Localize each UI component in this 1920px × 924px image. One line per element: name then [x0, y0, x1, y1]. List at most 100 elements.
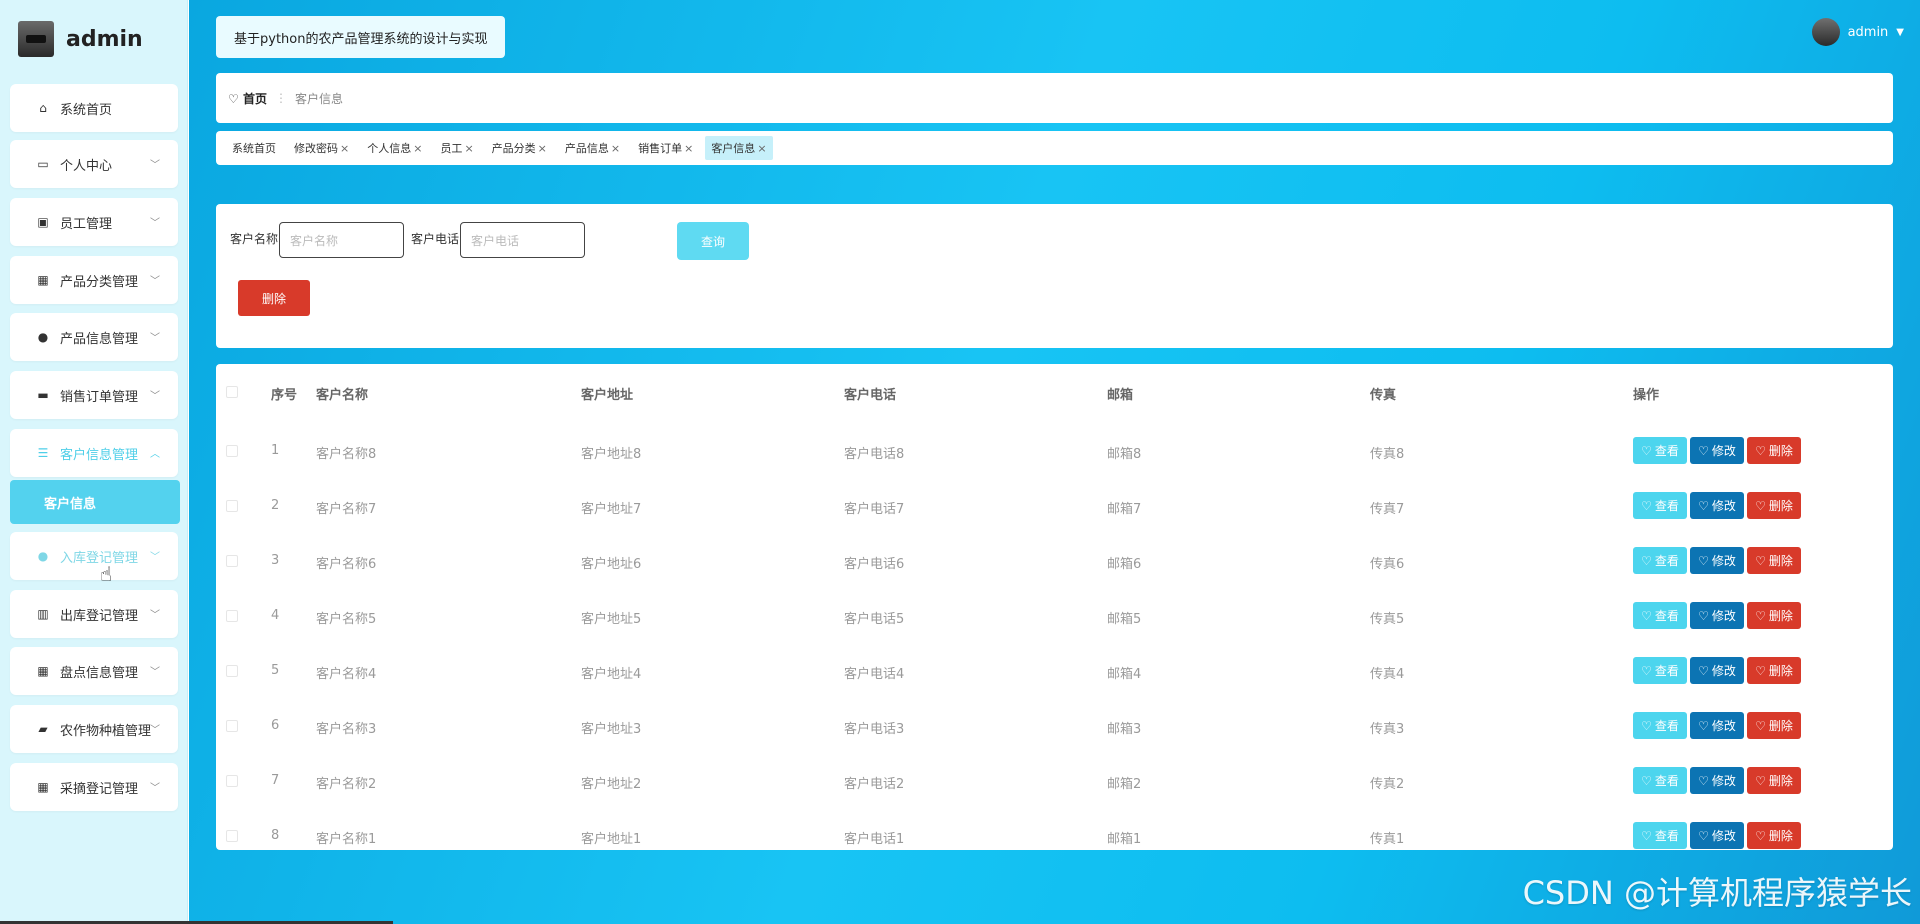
sidebar-item-11[interactable]: ▰ 农作物种植管理 ﹀	[10, 705, 178, 753]
sidebar-item-12[interactable]: ▦ 采摘登记管理 ﹀	[10, 763, 178, 811]
view-button[interactable]: ♡ 查看	[1633, 822, 1687, 849]
table-cell: 4	[271, 608, 280, 623]
sidebar-item-7[interactable]: ☰ 客户信息管理 ︿	[10, 429, 178, 477]
delete-button[interactable]: ♡ 删除	[1747, 767, 1801, 794]
heart-icon: ♡	[1698, 608, 1709, 623]
row-checkbox[interactable]	[226, 720, 238, 732]
column-header: 客户电话	[844, 388, 897, 403]
view-button[interactable]: ♡ 查看	[1633, 492, 1687, 519]
row-checkbox[interactable]	[226, 555, 238, 567]
edit-button[interactable]: ♡ 修改	[1690, 437, 1744, 464]
close-icon[interactable]: ×	[757, 142, 766, 155]
table-cell: 客户名称6	[316, 557, 377, 572]
edit-button-label: 修改	[1711, 664, 1736, 678]
close-icon[interactable]: ×	[340, 142, 349, 155]
edit-button[interactable]: ♡ 修改	[1690, 547, 1744, 574]
view-button[interactable]: ♡ 查看	[1633, 657, 1687, 684]
grid-icon: ▦	[37, 664, 49, 678]
sidebar-item-3[interactable]: ▣ 员工管理 ﹀	[10, 198, 178, 246]
sidebar-subitem-customer-info[interactable]: 客户信息	[10, 480, 180, 524]
sidebar-item-1[interactable]: ⌂ 系统首页	[10, 84, 178, 132]
sidebar-item-8[interactable]: ● 入库登记管理 ﹀	[10, 532, 178, 580]
sidebar-item-4[interactable]: ▦ 产品分类管理 ﹀	[10, 256, 178, 304]
grid-icon: ▦	[37, 273, 49, 287]
tab-5[interactable]: 产品分类 ×	[486, 136, 553, 160]
edit-button[interactable]: ♡ 修改	[1690, 712, 1744, 739]
tab-label: 产品分类	[491, 142, 536, 155]
select-all-checkbox[interactable]	[226, 386, 238, 398]
edit-button[interactable]: ♡ 修改	[1690, 767, 1744, 794]
tab-6[interactable]: 产品信息 ×	[559, 136, 626, 160]
close-icon[interactable]: ×	[464, 142, 473, 155]
sidebar-item-label: 客户信息管理	[60, 447, 139, 463]
table-cell: 1	[271, 443, 280, 458]
sidebar-item-9[interactable]: ▥ 出库登记管理 ﹀	[10, 590, 178, 638]
delete-button-label: 删除	[1768, 499, 1793, 513]
customer-name-input[interactable]: 客户名称	[279, 222, 404, 258]
table-cell: 邮箱8	[1107, 447, 1142, 462]
row-checkbox[interactable]	[226, 665, 238, 677]
view-button[interactable]: ♡ 查看	[1633, 602, 1687, 629]
edit-button[interactable]: ♡ 修改	[1690, 657, 1744, 684]
view-button[interactable]: ♡ 查看	[1633, 712, 1687, 739]
tab-3[interactable]: 个人信息 ×	[361, 136, 428, 160]
close-icon[interactable]: ×	[413, 142, 422, 155]
batch-delete-button[interactable]: 删除	[238, 280, 310, 316]
tab-7[interactable]: 销售订单 ×	[632, 136, 699, 160]
tab-4[interactable]: 员工 ×	[434, 136, 479, 160]
close-icon[interactable]: ×	[684, 142, 693, 155]
table-cell: 5	[271, 663, 280, 678]
heart-icon: ♡	[1755, 553, 1766, 568]
table-cell: 客户电话4	[844, 667, 905, 682]
tab-2[interactable]: 修改密码 ×	[288, 136, 355, 160]
customer-phone-input[interactable]: 客户电话	[460, 222, 585, 258]
site-title: 基于python的农产品管理系统的设计与实现	[216, 16, 506, 58]
table-cell: 客户名称4	[316, 667, 377, 682]
row-checkbox[interactable]	[226, 775, 238, 787]
row-checkbox[interactable]	[226, 610, 238, 622]
sidebar-item-6[interactable]: ▬ 销售订单管理 ﹀	[10, 371, 178, 419]
edit-button[interactable]: ♡ 修改	[1690, 822, 1744, 849]
row-checkbox[interactable]	[226, 445, 238, 457]
table-cell: 客户地址8	[581, 447, 642, 462]
table-cell: 客户电话5	[844, 612, 905, 627]
chevron-up-icon: ︿	[150, 449, 160, 460]
row-checkbox[interactable]	[226, 500, 238, 512]
sidebar: admin ⌂ 系统首页 ▭ 个人中心 ﹀ ▣ 员工管理 ﹀ ▦ 产品分类管理 ﹀ ● 产品信息管理 ﹀ ▬…	[0, 0, 188, 924]
sidebar-item-10[interactable]: ▦ 盘点信息管理 ﹀	[10, 647, 178, 695]
table-cell: 8	[271, 828, 280, 843]
table-cell: 3	[271, 553, 280, 568]
breadcrumb-home[interactable]: ♡ 首页	[228, 90, 267, 107]
table-cell: 客户名称2	[316, 777, 377, 792]
view-button-label: 查看	[1654, 719, 1679, 733]
delete-button[interactable]: ♡ 删除	[1747, 492, 1801, 519]
tab-1[interactable]: 系统首页	[226, 136, 282, 160]
close-icon[interactable]: ×	[611, 142, 620, 155]
delete-button[interactable]: ♡ 删除	[1747, 602, 1801, 629]
query-button[interactable]: 查询	[677, 222, 749, 260]
delete-button[interactable]: ♡ 删除	[1747, 712, 1801, 739]
table-cell: 客户电话7	[844, 502, 905, 517]
chevron-down-icon: ﹀	[150, 552, 160, 563]
sidebar-item-2[interactable]: ▭ 个人中心 ﹀	[10, 140, 178, 188]
edit-button[interactable]: ♡ 修改	[1690, 602, 1744, 629]
delete-button[interactable]: ♡ 删除	[1747, 437, 1801, 464]
delete-button-label: 删除	[1768, 554, 1793, 568]
row-checkbox[interactable]	[226, 830, 238, 842]
edit-button-label: 修改	[1711, 774, 1736, 788]
briefcase-icon: ▬	[37, 388, 49, 402]
table-cell: 传真2	[1370, 777, 1405, 792]
delete-button[interactable]: ♡ 删除	[1747, 657, 1801, 684]
close-icon[interactable]: ×	[538, 142, 547, 155]
tab-8[interactable]: 客户信息 ×	[705, 136, 773, 160]
tags-bar: 系统首页 修改密码 × 个人信息 × 员工 × 产品分类 × 产品信息 × 销售订单 × 客户信息 ×	[216, 131, 1893, 165]
view-button[interactable]: ♡ 查看	[1633, 547, 1687, 574]
view-button[interactable]: ♡ 查看	[1633, 437, 1687, 464]
user-menu[interactable]: admin ▼	[1811, 18, 1904, 46]
table-cell: 客户电话2	[844, 777, 905, 792]
sidebar-item-5[interactable]: ● 产品信息管理 ﹀	[10, 313, 178, 361]
delete-button[interactable]: ♡ 删除	[1747, 547, 1801, 574]
edit-button[interactable]: ♡ 修改	[1690, 492, 1744, 519]
view-button[interactable]: ♡ 查看	[1633, 767, 1687, 794]
delete-button[interactable]: ♡ 删除	[1747, 822, 1801, 849]
